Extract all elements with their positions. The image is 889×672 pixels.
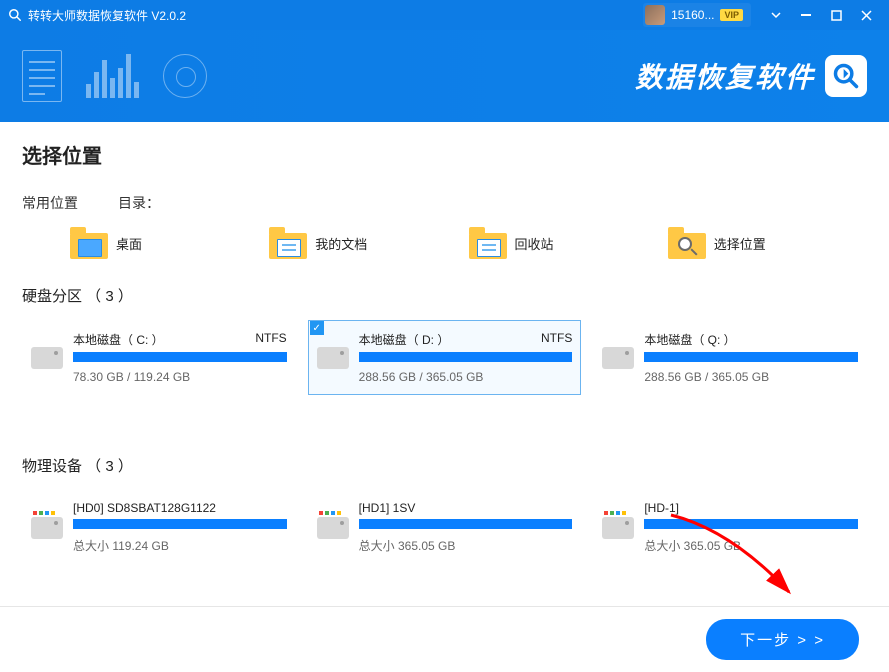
hdd-icon xyxy=(317,347,349,369)
avatar xyxy=(645,5,665,25)
banner: 数据恢复软件 xyxy=(0,30,889,122)
hdd-icon xyxy=(317,517,349,539)
app-logo-icon xyxy=(8,8,22,22)
usage-bar xyxy=(644,352,858,362)
partition-fs: NTFS xyxy=(541,331,572,348)
place-label: 回收站 xyxy=(515,234,554,253)
place-recycle-bin[interactable]: 回收站 xyxy=(469,227,668,259)
partition-name: 本地磁盘（ D: ） xyxy=(359,331,450,348)
window-controls xyxy=(761,0,881,30)
devices-row: [HD0] SD8SBAT128G1122 总大小 119.24 GB [HD1… xyxy=(22,490,867,565)
usage-bar xyxy=(359,519,573,529)
device-size: 总大小 365.05 GB xyxy=(359,537,573,554)
hdd-icon xyxy=(31,517,63,539)
place-select-location[interactable]: 选择位置 xyxy=(668,227,867,259)
maximize-button[interactable] xyxy=(821,0,851,30)
titlebar: 转转大师数据恢复软件 V2.0.2 15160... VIP xyxy=(0,0,889,30)
directory-label: 目录： xyxy=(118,193,160,213)
banner-decoration xyxy=(22,50,207,102)
common-places-row: 桌面 我的文档 回收站 选择位置 xyxy=(22,227,867,259)
usage-bar xyxy=(73,352,287,362)
close-button[interactable] xyxy=(851,0,881,30)
partitions-row: 本地磁盘（ C: ） NTFS 78.30 GB / 119.24 GB 本地磁盘… xyxy=(22,320,867,395)
device-size: 总大小 119.24 GB xyxy=(73,537,287,554)
device-name: [HD-1] xyxy=(644,501,679,515)
device-name: [HD1] 1SV xyxy=(359,501,416,515)
partition-size: 288.56 GB / 365.05 GB xyxy=(359,370,573,384)
page-title: 选择位置 xyxy=(22,140,867,169)
footer: 下一步 > > xyxy=(0,606,889,672)
hdd-icon xyxy=(602,517,634,539)
place-documents[interactable]: 我的文档 xyxy=(269,227,468,259)
banner-logo-icon xyxy=(825,55,867,97)
banner-title: 数据恢复软件 xyxy=(635,55,867,97)
usage-bar xyxy=(359,352,573,362)
folder-documents-icon xyxy=(269,227,307,259)
device-hd-1[interactable]: [HD-1] 总大小 365.05 GB xyxy=(593,490,867,565)
app-title: 转转大师数据恢复软件 V2.0.2 xyxy=(28,7,643,24)
partition-fs: NTFS xyxy=(255,331,286,348)
folder-recycle-icon xyxy=(469,227,507,259)
folder-search-icon xyxy=(668,227,706,259)
dropdown-button[interactable] xyxy=(761,0,791,30)
partition-c[interactable]: 本地磁盘（ C: ） NTFS 78.30 GB / 119.24 GB xyxy=(22,320,296,395)
minimize-button[interactable] xyxy=(791,0,821,30)
partitions-title: 硬盘分区 （ 3 ） xyxy=(22,285,867,306)
usage-bar xyxy=(73,519,287,529)
devices-title: 物理设备 （ 3 ） xyxy=(22,455,867,476)
place-label: 选择位置 xyxy=(714,234,766,253)
next-button[interactable]: 下一步 > > xyxy=(706,619,859,660)
device-name: [HD0] SD8SBAT128G1122 xyxy=(73,501,216,515)
partition-name: 本地磁盘（ Q: ） xyxy=(644,331,735,348)
partition-size: 288.56 GB / 365.05 GB xyxy=(644,370,858,384)
device-size: 总大小 365.05 GB xyxy=(644,537,858,554)
common-places-label: 常用位置 xyxy=(22,193,78,213)
place-label: 我的文档 xyxy=(315,234,367,253)
partition-name: 本地磁盘（ C: ） xyxy=(73,331,164,348)
device-hd1[interactable]: [HD1] 1SV 总大小 365.05 GB xyxy=(308,490,582,565)
device-hd0[interactable]: [HD0] SD8SBAT128G1122 总大小 119.24 GB xyxy=(22,490,296,565)
usage-bar xyxy=(644,519,858,529)
user-account-area[interactable]: 15160... VIP xyxy=(643,3,751,27)
place-label: 桌面 xyxy=(116,234,142,253)
partition-d[interactable]: 本地磁盘（ D: ） NTFS 288.56 GB / 365.05 GB xyxy=(308,320,582,395)
hdd-icon xyxy=(31,347,63,369)
folder-desktop-icon xyxy=(70,227,108,259)
partition-size: 78.30 GB / 119.24 GB xyxy=(73,370,287,384)
place-desktop[interactable]: 桌面 xyxy=(70,227,269,259)
hdd-icon xyxy=(602,347,634,369)
partition-q[interactable]: 本地磁盘（ Q: ） 288.56 GB / 365.05 GB xyxy=(593,320,867,395)
vip-badge: VIP xyxy=(720,9,743,21)
user-id: 15160... xyxy=(671,8,714,22)
